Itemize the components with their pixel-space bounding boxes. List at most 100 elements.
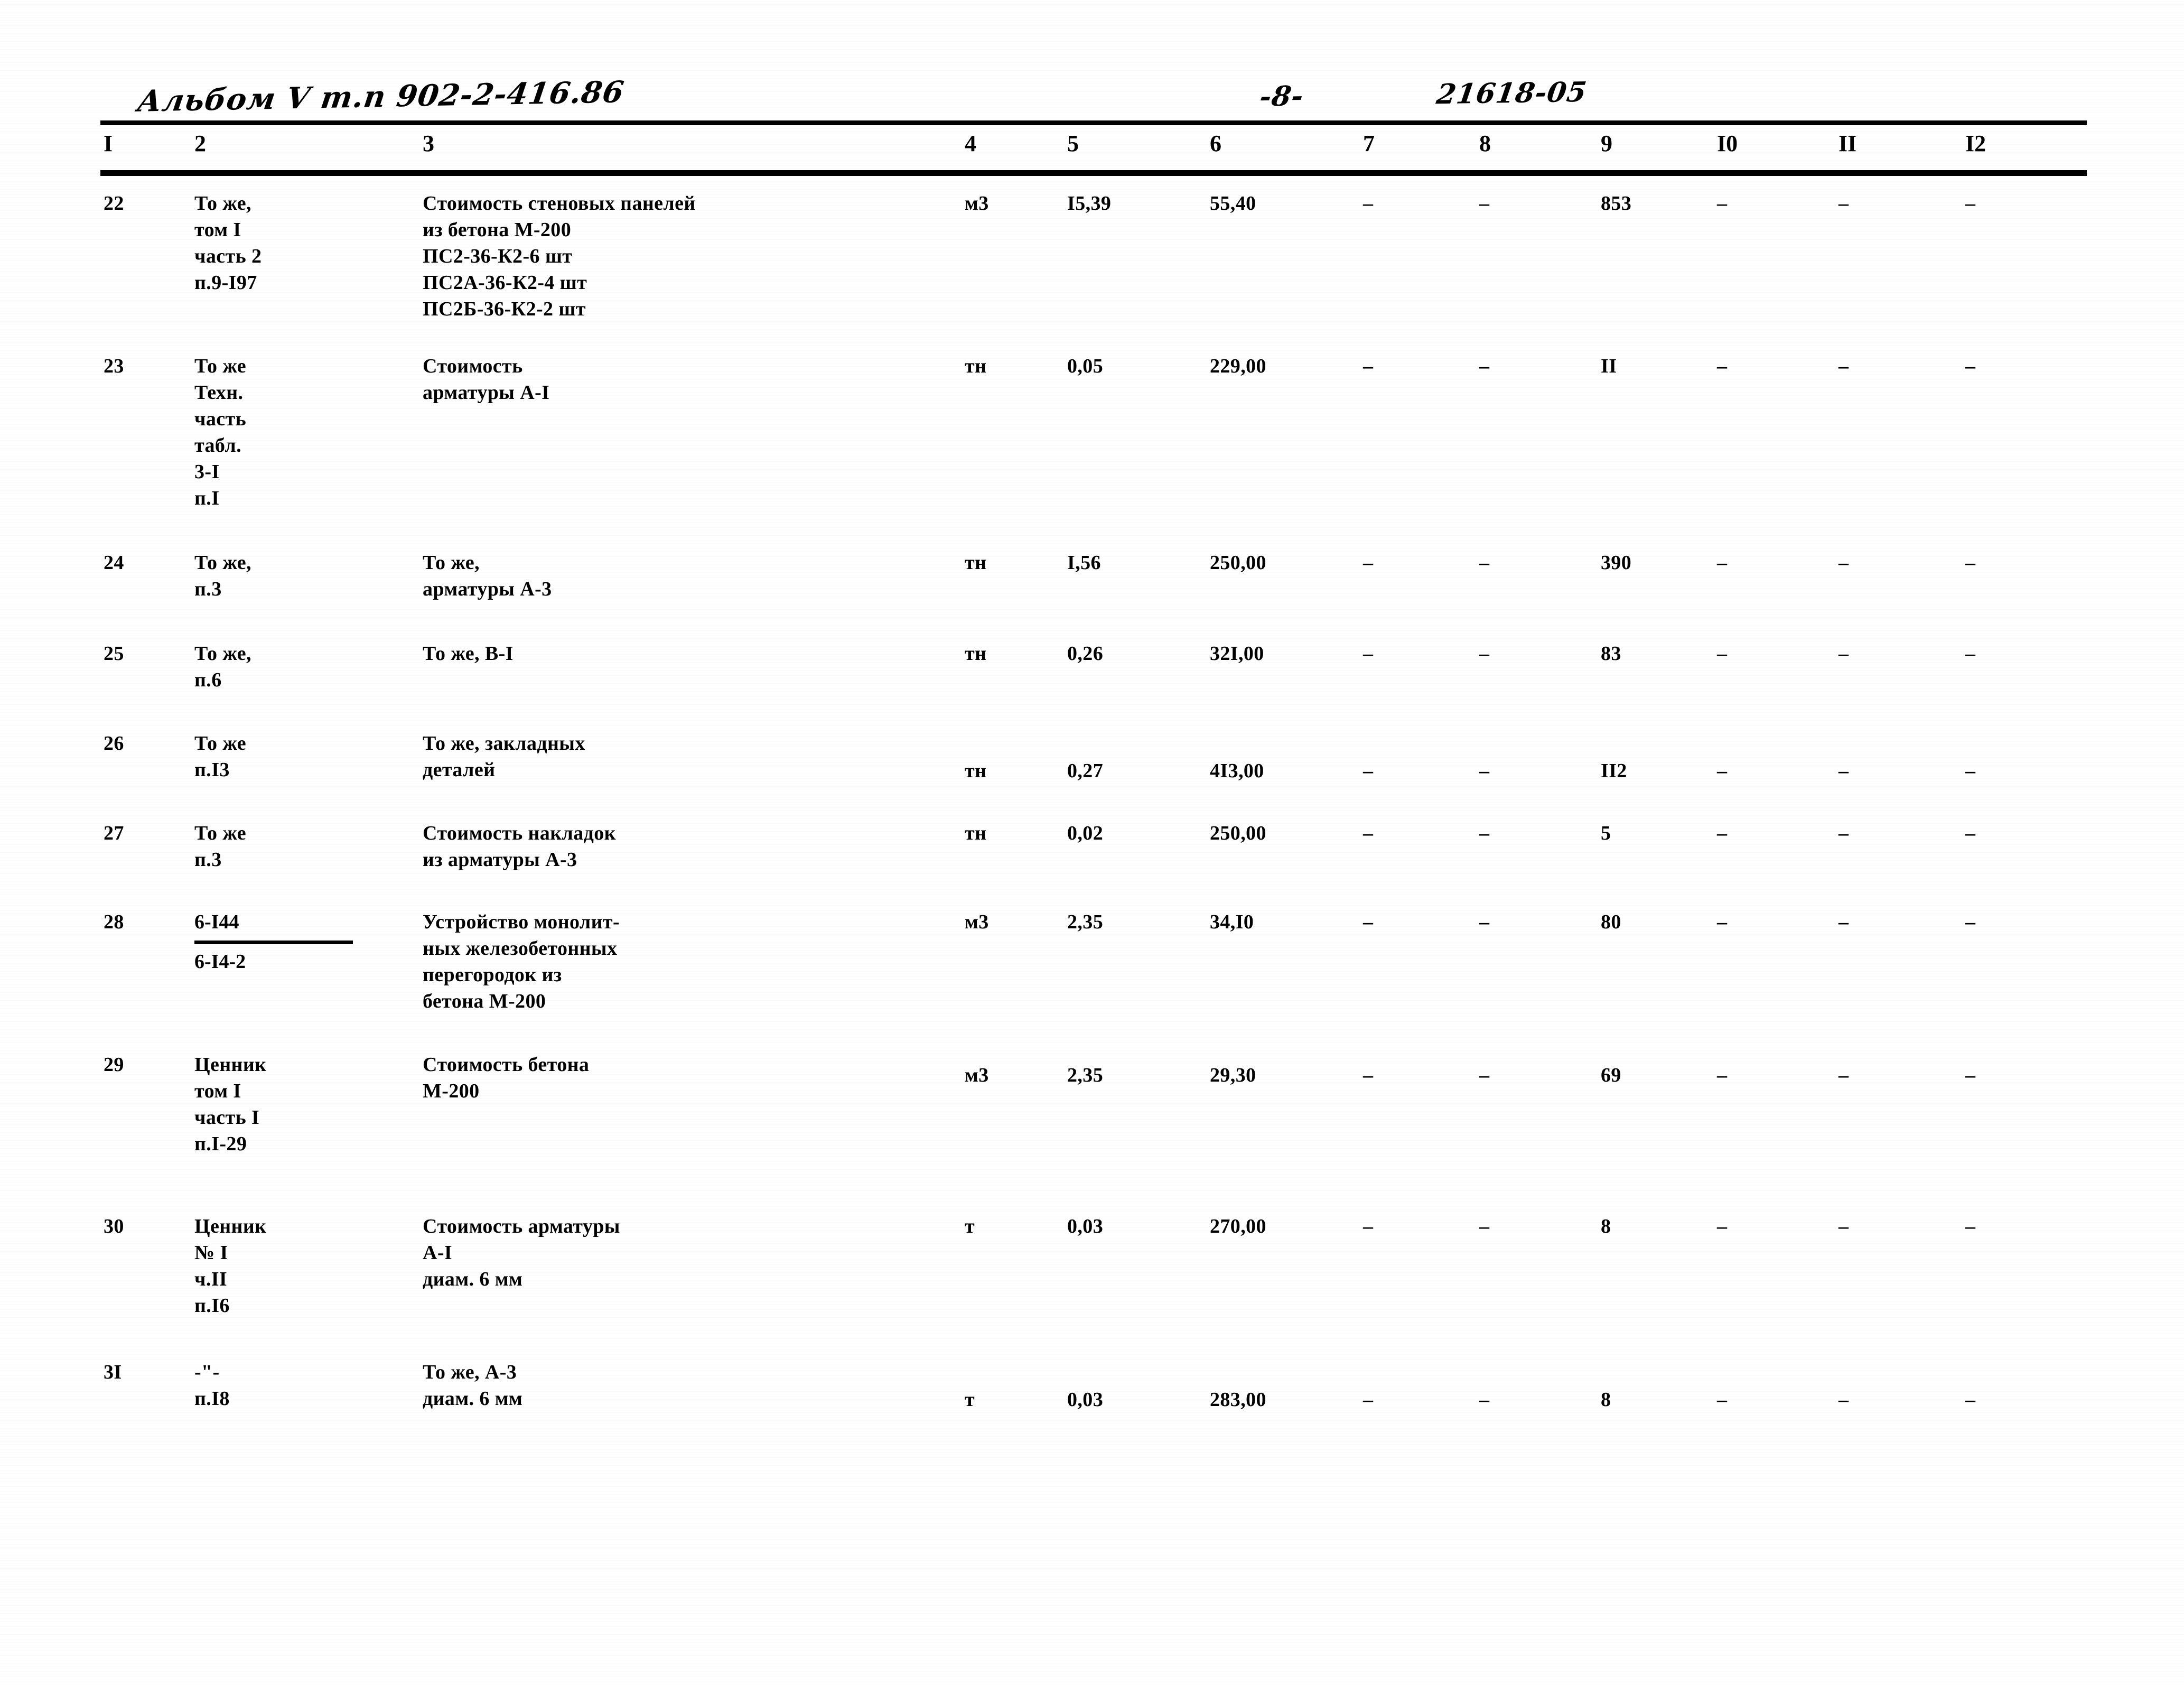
row-justification: То же, п.6 <box>194 643 251 691</box>
column-header-11: II <box>1838 131 1857 156</box>
row-col12: – <box>1965 355 1976 377</box>
row-col9: 80 <box>1601 911 1621 933</box>
row-col7: – <box>1363 1389 1374 1411</box>
row-col10: – <box>1717 822 1728 844</box>
row-item-number: 3I <box>104 1361 122 1383</box>
row-col8: – <box>1479 552 1490 574</box>
row-unit: м3 <box>965 1064 989 1086</box>
row-quantity: 0,27 <box>1067 760 1104 782</box>
column-header-2: 2 <box>194 131 206 156</box>
row-description: Устройство монолит- ных железобетонных п… <box>423 911 620 1012</box>
row-col9: 69 <box>1601 1064 1621 1086</box>
row-item-number: 25 <box>104 643 124 665</box>
row-item-number: 29 <box>104 1054 124 1076</box>
row-description: Стоимость арматуры А-I <box>423 355 550 404</box>
column-header-3: 3 <box>423 131 434 156</box>
row-col12: – <box>1965 1389 1976 1411</box>
row-col9: II <box>1601 355 1617 377</box>
row-quantity: 2,35 <box>1067 911 1104 933</box>
row-justification: То же п.3 <box>194 822 247 871</box>
row-col8: – <box>1479 192 1490 215</box>
row-description: Стоимость арматуры А-I диам. 6 мм <box>423 1215 620 1290</box>
row-col12: – <box>1965 911 1976 933</box>
row-description: Стоимость стеновых панелей из бетона М-2… <box>423 192 696 320</box>
row-description: То же, арматуры А-3 <box>423 552 552 600</box>
row-price: 250,00 <box>1210 552 1266 574</box>
album-annotation: Альбом V т.п 902-2-416.86 <box>135 75 627 119</box>
row-col8: – <box>1479 643 1490 665</box>
row-price: 250,00 <box>1210 822 1266 844</box>
column-header-5: 5 <box>1067 131 1079 156</box>
row-quantity: 0,26 <box>1067 643 1104 665</box>
row-col11: – <box>1838 552 1849 574</box>
row-col9: 83 <box>1601 643 1621 665</box>
row-description: То же, закладных деталей <box>423 732 585 781</box>
row-col7: – <box>1363 760 1374 782</box>
row-col11: – <box>1838 192 1849 215</box>
row-item-number: 27 <box>104 822 124 844</box>
row-item-number: 28 <box>104 911 124 933</box>
row-col10: – <box>1717 355 1728 377</box>
row-col7: – <box>1363 552 1374 574</box>
row-quantity: 2,35 <box>1067 1064 1104 1086</box>
page-number-annotation: -8- <box>1257 80 1306 113</box>
row-unit: тн <box>965 760 987 782</box>
row-col9: 8 <box>1601 1215 1611 1237</box>
row-unit: тн <box>965 643 987 665</box>
row-item-number: 30 <box>104 1215 124 1237</box>
row-col11: – <box>1838 643 1849 665</box>
row-col12: – <box>1965 822 1976 844</box>
row-col9: 853 <box>1601 192 1632 215</box>
row-col11: – <box>1838 355 1849 377</box>
row-col7: – <box>1363 192 1374 215</box>
row-justification: Ценник № I ч.II п.I6 <box>194 1215 267 1317</box>
row-item-number: 23 <box>104 355 124 377</box>
row-item-number: 24 <box>104 552 124 574</box>
row-justification-fraction: 6-I44 6-I4-2 <box>194 909 374 975</box>
row-quantity: 0,03 <box>1067 1215 1104 1237</box>
header-rule-bottom <box>100 170 2087 176</box>
row-col12: – <box>1965 1064 1976 1086</box>
fraction-bar <box>194 941 353 944</box>
row-col8: – <box>1479 760 1490 782</box>
row-col8: – <box>1479 1064 1490 1086</box>
row-item-number: 22 <box>104 192 124 215</box>
column-header-10: I0 <box>1717 131 1738 156</box>
row-justification: То же Техн. часть табл. 3-I п.I <box>194 355 247 509</box>
row-justification: -"- п.I8 <box>194 1361 230 1410</box>
column-header-4: 4 <box>965 131 976 156</box>
row-quantity: 0,02 <box>1067 822 1104 844</box>
row-quantity: 0,03 <box>1067 1389 1104 1411</box>
row-justification: То же п.I3 <box>194 732 247 781</box>
row-col12: – <box>1965 1215 1976 1237</box>
row-col11: – <box>1838 760 1849 782</box>
row-col10: – <box>1717 1215 1728 1237</box>
row-quantity: I5,39 <box>1067 192 1112 215</box>
row-col7: – <box>1363 643 1374 665</box>
row-description: Стоимость накладок из арматуры А-3 <box>423 822 616 871</box>
fraction-numerator: 6-I44 <box>194 911 239 933</box>
row-justification: То же, том I часть 2 п.9-I97 <box>194 192 262 294</box>
row-unit: м3 <box>965 911 989 933</box>
row-col11: – <box>1838 822 1849 844</box>
column-header-12: I2 <box>1965 131 1986 156</box>
row-unit: м3 <box>965 192 989 215</box>
row-col9: 5 <box>1601 822 1611 844</box>
row-col12: – <box>1965 192 1976 215</box>
row-description: То же, А-3 диам. 6 мм <box>423 1361 523 1410</box>
row-col9: 390 <box>1601 552 1632 574</box>
column-header-7: 7 <box>1363 131 1375 156</box>
row-quantity: 0,05 <box>1067 355 1104 377</box>
row-col8: – <box>1479 355 1490 377</box>
row-col10: – <box>1717 1389 1728 1411</box>
row-col11: – <box>1838 1215 1849 1237</box>
row-col8: – <box>1479 1389 1490 1411</box>
row-col7: – <box>1363 1064 1374 1086</box>
row-col9: II2 <box>1601 760 1627 782</box>
fraction-denominator: 6-I4-2 <box>194 951 246 973</box>
row-description: Стоимость бетона М-200 <box>423 1054 590 1102</box>
document-page: Альбом V т.п 902-2-416.86 -8- 21618-05 I… <box>0 0 2184 1685</box>
row-col8: – <box>1479 1215 1490 1237</box>
row-col8: – <box>1479 911 1490 933</box>
row-col9: 8 <box>1601 1389 1611 1411</box>
